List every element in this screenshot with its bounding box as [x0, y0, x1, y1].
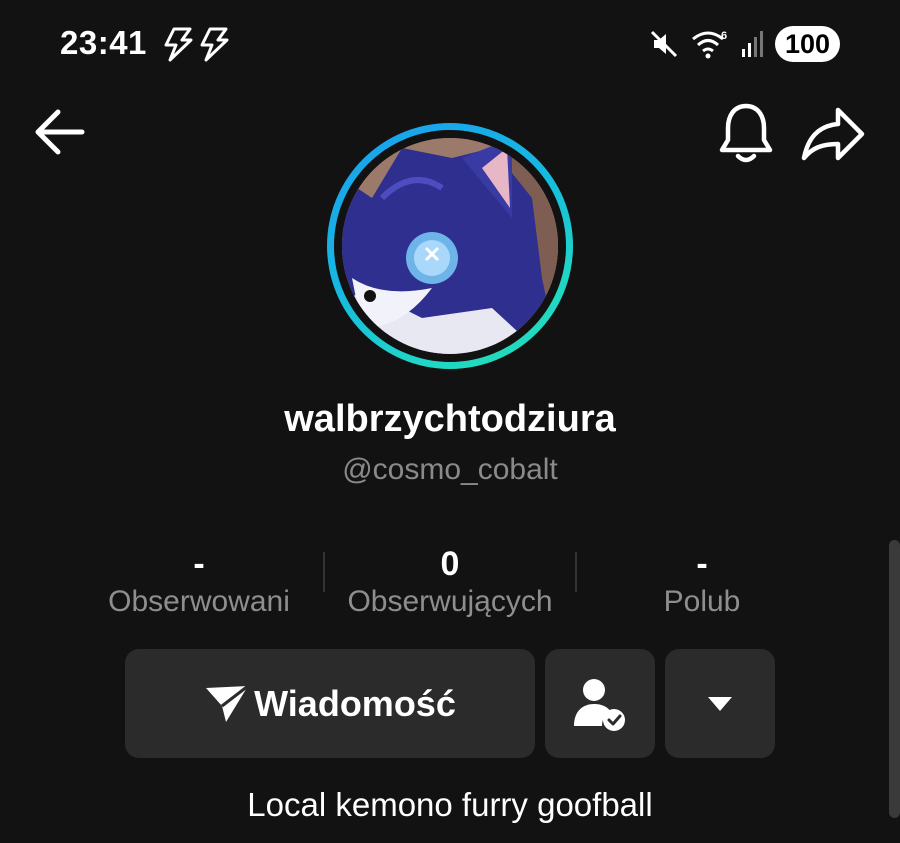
friend-status-button[interactable]: [545, 649, 655, 758]
battery-badge: 100: [774, 26, 840, 62]
username-handle: @cosmo_cobalt: [342, 453, 558, 486]
likes-count[interactable]: -: [572, 545, 832, 584]
message-button-label: Wiadomość: [254, 682, 456, 724]
followers-label[interactable]: Obserwujących: [320, 585, 580, 619]
scrollbar[interactable]: [889, 540, 900, 818]
wifi-icon: 6: [692, 30, 727, 59]
display-name: walbrzychtodziura: [284, 398, 616, 440]
followers-count[interactable]: 0: [320, 545, 580, 584]
message-button[interactable]: Wiadomość: [125, 649, 535, 758]
following-count[interactable]: -: [69, 545, 329, 584]
bolt-icon: [164, 27, 193, 62]
avatar-image: [342, 138, 558, 354]
bell-icon[interactable]: [714, 100, 778, 166]
user-check-icon: [574, 678, 625, 731]
caret-down-icon: [708, 696, 732, 711]
share-arrow-icon[interactable]: [800, 104, 866, 164]
bolt-icon: [200, 27, 229, 62]
bolt-icons: [164, 27, 229, 62]
profile-bio: Local kemono furry goofball: [247, 786, 653, 823]
back-arrow-icon[interactable]: [30, 104, 90, 160]
status-icons: 6 100: [649, 26, 840, 62]
avatar[interactable]: [327, 123, 573, 369]
signal-icon: [741, 31, 763, 57]
mute-icon: [650, 30, 677, 58]
likes-label[interactable]: Polub: [572, 585, 832, 619]
status-time: 23:41: [60, 24, 147, 61]
send-icon: [206, 684, 250, 722]
more-options-button[interactable]: [665, 649, 775, 758]
following-label[interactable]: Obserwowani: [69, 585, 329, 619]
svg-text:6: 6: [721, 30, 727, 42]
